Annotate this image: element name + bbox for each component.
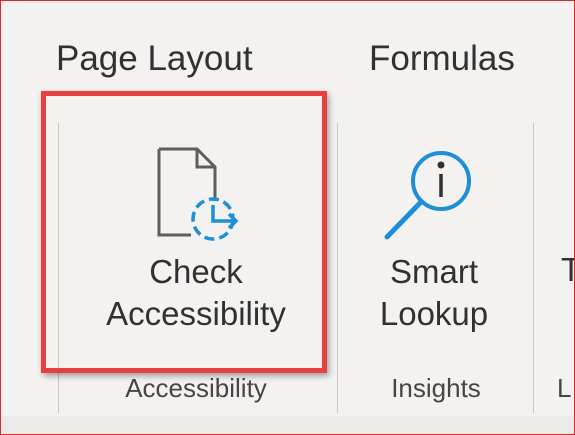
smart-lookup-icon [384, 151, 471, 240]
ribbon-tab-bar: Page Layout Formulas [1, 1, 574, 101]
group-divider [337, 123, 338, 413]
check-accessibility-icon [157, 147, 239, 241]
ribbon-panel: Check Accessibility Smart Lookup T Acces… [1, 101, 574, 416]
ribbon-bottom-strip [1, 416, 574, 434]
tab-page-layout[interactable]: Page Layout [56, 39, 253, 79]
excel-ribbon-window: Page Layout Formulas Check Accessibility [0, 0, 575, 435]
check-accessibility-label-line2: Accessibility [106, 295, 286, 332]
group-label-accessibility: Accessibility [125, 373, 267, 403]
check-accessibility-button[interactable]: Check Accessibility [63, 111, 329, 361]
group-divider [533, 123, 534, 413]
tab-formulas[interactable]: Formulas [369, 39, 515, 79]
partial-group-label: L [557, 373, 572, 403]
smart-lookup-label-line1: Smart [389, 253, 478, 290]
group-divider [58, 123, 59, 413]
partial-command-label: T [561, 251, 574, 289]
check-accessibility-label-line1: Check [149, 253, 243, 290]
group-label-insights: Insights [391, 373, 481, 403]
smart-lookup-label-line2: Lookup [379, 295, 489, 332]
smart-lookup-button[interactable]: Smart Lookup [349, 111, 519, 361]
